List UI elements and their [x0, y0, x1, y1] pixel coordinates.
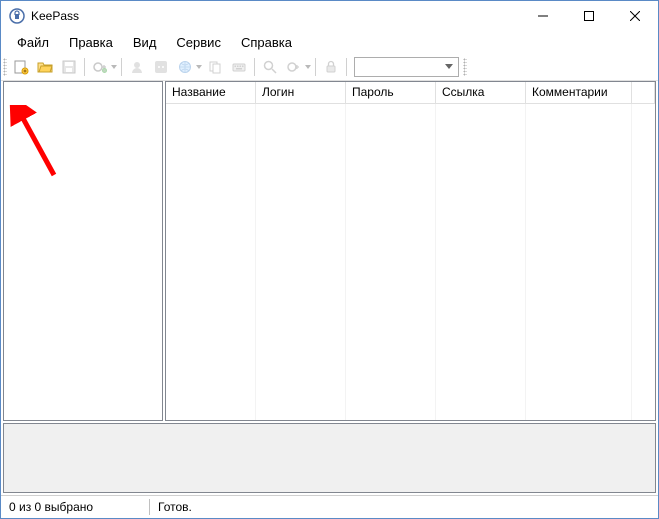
column-title[interactable]: Название [166, 82, 256, 104]
lock-workspace-button[interactable] [320, 56, 342, 78]
find-button[interactable] [259, 56, 281, 78]
add-entry-dropdown[interactable] [110, 56, 118, 78]
menu-help[interactable]: Справка [231, 33, 302, 52]
column-notes[interactable]: Комментарии [526, 82, 632, 104]
toolbar-separator [315, 58, 316, 76]
menu-tools[interactable]: Сервис [166, 33, 231, 52]
toolbar-separator [346, 58, 347, 76]
chevron-down-icon [442, 58, 456, 76]
column-password[interactable]: Пароль [346, 82, 436, 104]
window-controls [520, 1, 658, 31]
close-button[interactable] [612, 1, 658, 31]
status-ready: Готов. [150, 496, 200, 518]
entry-list[interactable] [165, 104, 656, 421]
status-selection: 0 из 0 выбрано [1, 496, 149, 518]
add-entry-button[interactable] [89, 56, 111, 78]
toolbar-grip [463, 58, 467, 76]
maximize-button[interactable] [566, 1, 612, 31]
entry-detail-pane [3, 423, 656, 493]
main-window: KeePass Файл Правка Вид Сервис Справка [0, 0, 659, 519]
open-url-dropdown[interactable] [195, 56, 203, 78]
quick-search-combo[interactable] [354, 57, 459, 77]
group-tree[interactable] [3, 81, 163, 421]
menu-bar: Файл Правка Вид Сервис Справка [1, 31, 658, 53]
column-padding [632, 82, 655, 104]
toolbar-grip [3, 58, 7, 76]
column-username[interactable]: Логин [256, 82, 346, 104]
show-entries-button[interactable] [283, 56, 305, 78]
title-bar: KeePass [1, 1, 658, 31]
copy-url-button[interactable] [204, 56, 226, 78]
entry-list-header: Название Логин Пароль Ссылка Комментарии [166, 82, 655, 104]
show-entries-dropdown[interactable] [304, 56, 312, 78]
open-database-button[interactable] [34, 56, 56, 78]
column-url[interactable]: Ссылка [436, 82, 526, 104]
copy-username-button[interactable] [126, 56, 148, 78]
toolbar-separator [121, 58, 122, 76]
menu-edit[interactable]: Правка [59, 33, 123, 52]
new-database-button[interactable] [10, 56, 32, 78]
toolbar [1, 53, 658, 81]
main-area: Название Логин Пароль Ссылка Комментарии [1, 81, 658, 423]
minimize-button[interactable] [520, 1, 566, 31]
toolbar-separator [254, 58, 255, 76]
entry-list-pane: Название Логин Пароль Ссылка Комментарии [165, 81, 658, 423]
menu-view[interactable]: Вид [123, 33, 167, 52]
menu-file[interactable]: Файл [7, 33, 59, 52]
status-bar: 0 из 0 выбрано Готов. [1, 495, 658, 518]
window-title: KeePass [31, 9, 520, 23]
open-url-button[interactable] [174, 56, 196, 78]
app-icon [9, 8, 25, 24]
save-database-button[interactable] [58, 56, 80, 78]
autotype-button[interactable] [228, 56, 250, 78]
copy-password-button[interactable] [150, 56, 172, 78]
toolbar-separator [84, 58, 85, 76]
